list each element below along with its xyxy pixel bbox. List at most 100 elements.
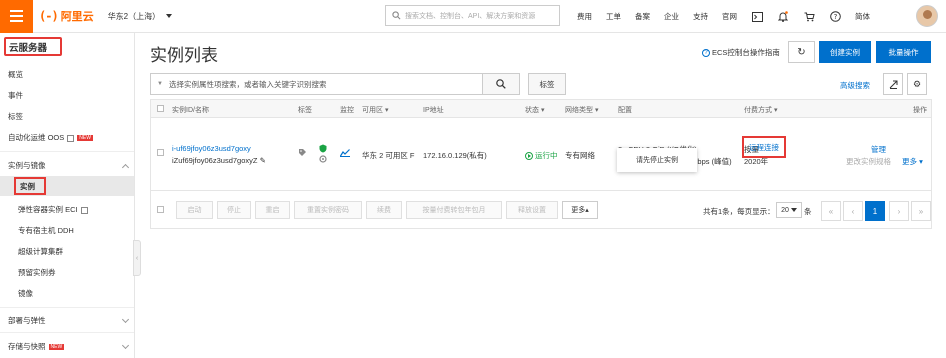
page-size-unit: 条 — [804, 207, 812, 216]
export-button[interactable] — [883, 73, 903, 95]
refresh-button[interactable]: ↻ — [788, 41, 815, 63]
terminal-icon[interactable] — [751, 11, 763, 23]
sidebar-divider — [0, 307, 134, 308]
sidebar-item-images[interactable]: 镜像 — [18, 288, 33, 299]
sidebar-item-instances[interactable]: 实例 — [14, 177, 46, 195]
page-1-button[interactable]: 1 — [865, 201, 885, 221]
chevron-down-icon — [166, 14, 173, 18]
sidebar-item-overview[interactable]: 概览 — [8, 69, 23, 80]
nav-icp[interactable]: 备案 — [635, 11, 650, 22]
restart-button[interactable]: 重启 — [255, 201, 290, 219]
global-search-input[interactable]: 搜索文档、控制台、API、解决方案和资源 — [385, 5, 560, 26]
remote-connect-link[interactable]: 远程连接 — [742, 136, 786, 158]
reset-password-button[interactable]: 重置实例密码 — [294, 201, 362, 219]
sidebar-item-eci[interactable]: 弹性容器实例 ECI — [18, 204, 88, 215]
table-footer: 启动 停止 重启 重置实例密码 续费 按量付费转包年包月 释放设置 更多▴ 共有… — [151, 190, 931, 228]
instance-table: 实例ID/名称 标签 监控 可用区 ▾ IP地址 状态 ▾ 网络类型 ▾ 配置 … — [150, 99, 932, 229]
search-button[interactable] — [482, 73, 520, 95]
chevron-down-icon — [121, 341, 130, 349]
header-network-label: 网络类型 — [565, 107, 593, 114]
prev-page-button[interactable]: ‹ — [843, 201, 863, 221]
footer-select-checkbox[interactable] — [157, 206, 164, 213]
search-icon — [496, 79, 506, 89]
instance-search-input[interactable]: ▼ 选择实例属性项搜索，或者输入关键字识别搜索 ? — [150, 73, 520, 95]
running-icon — [525, 151, 533, 160]
shield-icon[interactable] — [319, 144, 327, 155]
sidebar-item-super-cluster[interactable]: 超级计算集群 — [18, 246, 63, 257]
more-ops-label: 更多 — [902, 157, 917, 166]
nav-enterprise[interactable]: 企业 — [664, 11, 679, 22]
row-checkbox[interactable] — [157, 149, 164, 156]
sidebar-item-oos[interactable]: 自动化运维 OOS NEW — [8, 132, 93, 143]
manage-link[interactable]: 管理 — [871, 144, 886, 155]
console-guide-link[interactable]: ? ECS控制台操作指南 — [702, 47, 780, 58]
edit-icon[interactable]: ✎ — [260, 156, 266, 165]
tag-icon[interactable] — [298, 148, 307, 159]
nav-fees[interactable]: 费用 — [577, 11, 592, 22]
header-ops: 操作 — [913, 107, 927, 114]
sidebar-collapse-handle[interactable]: ‹ — [133, 240, 141, 276]
avatar[interactable] — [916, 5, 938, 27]
advanced-search-link[interactable]: 高级搜索 — [840, 80, 870, 91]
menu-icon[interactable] — [0, 0, 33, 33]
last-page-button[interactable]: » — [911, 201, 931, 221]
nav-official-site[interactable]: 官网 — [722, 11, 737, 22]
instance-search-placeholder: 选择实例属性项搜索，或者输入关键字识别搜索 — [168, 79, 327, 89]
header-zone[interactable]: 可用区 ▾ — [362, 105, 388, 115]
sidebar-group-storage[interactable]: 存储与快照 NEW — [8, 341, 130, 352]
new-badge: NEW — [77, 135, 93, 142]
renew-button[interactable]: 续费 — [366, 201, 402, 219]
pager-info: 共有1条，每页显示： — [703, 207, 775, 216]
create-instance-button[interactable]: 创建实例 — [819, 41, 871, 63]
batch-operation-button[interactable]: 批量操作 — [876, 41, 931, 63]
chevron-down-icon — [121, 315, 130, 323]
region-selector[interactable]: 华东2（上海） — [108, 11, 173, 22]
nav-support[interactable]: 支持 — [693, 11, 708, 22]
chevron-down-icon: ▼ — [157, 81, 163, 87]
first-page-button[interactable]: « — [821, 201, 841, 221]
help-icon[interactable]: ? — [829, 11, 841, 23]
bell-icon[interactable] — [777, 11, 789, 23]
sidebar-item-ddh[interactable]: 专有宿主机 DDH — [18, 225, 74, 236]
stop-button[interactable]: 停止 — [217, 201, 251, 219]
page-size-value: 20 — [781, 206, 789, 214]
header-zone-label: 可用区 — [362, 107, 383, 114]
sidebar-item-reserved[interactable]: 预留实例券 — [18, 267, 56, 278]
header-network[interactable]: 网络类型 ▾ — [565, 105, 598, 115]
tag-filter-button[interactable]: 标签 — [528, 73, 566, 95]
change-spec-link[interactable]: 更改实例规格 — [846, 156, 891, 167]
instance-id-link[interactable]: i-uf69jfoy06z3usd7goxy — [172, 144, 251, 153]
settings-button[interactable]: ⚙ — [907, 73, 927, 95]
header-status[interactable]: 状态 ▾ — [525, 105, 544, 115]
more-ops-dropdown[interactable]: 更多 ▾ — [902, 156, 923, 167]
header-billing[interactable]: 付费方式 ▾ — [744, 105, 777, 115]
monitor-chart-icon[interactable] — [339, 149, 350, 159]
sidebar-group-instances[interactable]: 实例与镜像 — [8, 160, 130, 171]
table-header: 实例ID/名称 标签 监控 可用区 ▾ IP地址 状态 ▾ 网络类型 ▾ 配置 … — [151, 100, 931, 118]
sidebar-item-tags[interactable]: 标签 — [8, 111, 23, 122]
release-settings-button[interactable]: 释放设置 — [506, 201, 558, 219]
page-title: 实例列表 — [150, 46, 218, 65]
chevron-down-icon — [790, 208, 797, 212]
sidebar: 云服务器 概览 事件 标签 自动化运维 OOS NEW 实例与镜像 实例 弹性容器… — [0, 33, 135, 358]
header-id: 实例ID/名称 — [172, 107, 209, 114]
agent-icon[interactable] — [319, 155, 327, 165]
logo[interactable]: (-) 阿里云 — [39, 8, 94, 24]
help-icon: ? — [702, 48, 710, 57]
cart-icon[interactable] — [803, 11, 815, 23]
footer-more-button[interactable]: 更多▴ — [562, 201, 598, 219]
sidebar-title[interactable]: 云服务器 — [4, 37, 62, 56]
nav-tickets[interactable]: 工单 — [606, 11, 621, 22]
export-icon — [889, 80, 897, 89]
page-size-select[interactable]: 20 — [776, 202, 802, 218]
sidebar-group-deploy[interactable]: 部署与弹性 — [8, 315, 130, 326]
language-switch[interactable]: 简体 — [855, 11, 870, 22]
start-button[interactable]: 启动 — [176, 201, 213, 219]
next-page-button[interactable]: › — [889, 201, 909, 221]
switch-billing-button[interactable]: 按量付费转包年包月 — [406, 201, 502, 219]
external-link-icon — [80, 206, 88, 214]
sidebar-item-events[interactable]: 事件 — [8, 90, 23, 101]
select-all-checkbox[interactable] — [157, 105, 164, 112]
ip-value: 172.16.0.129(私有) — [423, 151, 487, 160]
table-row: i-uf69jfoy06z3usd7goxy iZuf69jfoy06z3usd… — [151, 118, 931, 190]
